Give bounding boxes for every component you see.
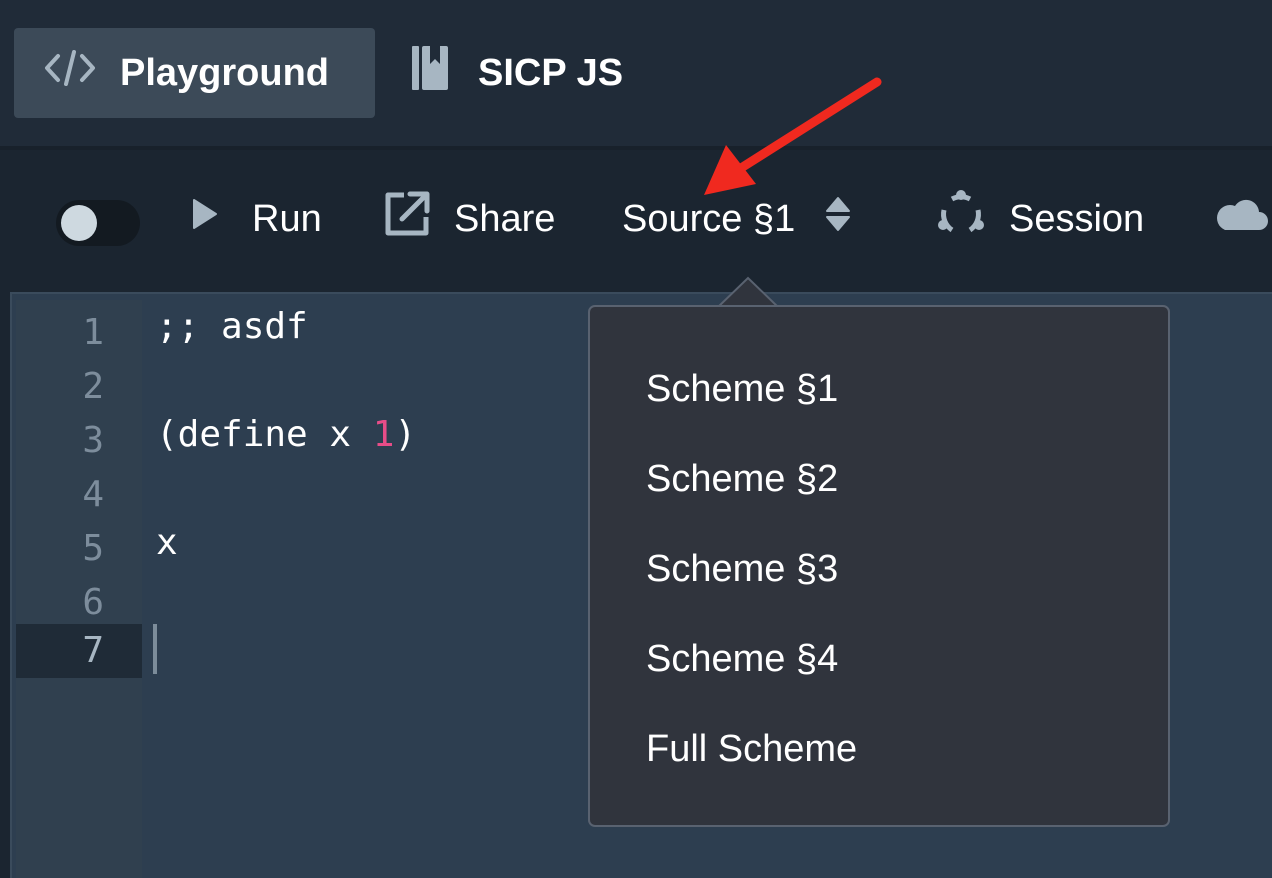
control-bar: Run Share Source §1 Session <box>0 150 1272 290</box>
line-number-gutter: 1 2 3 4 5 6 7 <box>16 300 142 878</box>
nav-tab-sicp-js[interactable]: SICP JS <box>400 28 623 118</box>
line-number: 1 <box>82 312 104 353</box>
app-window: Playground SICP JS Run Share Source §1 S… <box>0 0 1272 878</box>
autorun-toggle[interactable] <box>56 200 140 246</box>
run-button[interactable]: Run <box>190 192 322 246</box>
code-line: x <box>156 522 178 563</box>
share-button-label: Share <box>454 197 556 240</box>
line-number: 6 <box>82 582 104 623</box>
share-icon <box>382 189 432 249</box>
menu-item-full-scheme[interactable]: Full Scheme <box>646 719 857 779</box>
session-button-label: Session <box>1009 197 1145 240</box>
nav-tab-playground[interactable]: Playground <box>14 28 375 118</box>
source-select[interactable]: Source §1 <box>622 192 851 246</box>
line-number-active: 7 <box>16 624 142 678</box>
play-icon <box>190 197 218 241</box>
line-number: 2 <box>82 366 104 407</box>
nav-tab-sicp-js-label: SICP JS <box>478 51 624 94</box>
code-line: ;; asdf <box>156 306 308 347</box>
run-button-label: Run <box>252 197 322 240</box>
code-line: (define x 1) <box>156 408 416 462</box>
menu-item-scheme-1[interactable]: Scheme §1 <box>646 359 838 419</box>
menu-item-scheme-3[interactable]: Scheme §3 <box>646 539 838 599</box>
code-text: ) <box>394 414 417 455</box>
cloud-icon <box>1213 194 1269 244</box>
line-number: 5 <box>82 528 104 569</box>
line-number: 3 <box>82 420 104 461</box>
session-icon <box>937 190 985 248</box>
toggle-knob <box>61 205 97 241</box>
source-select-label: Source §1 <box>622 197 796 240</box>
menu-item-scheme-2[interactable]: Scheme §2 <box>646 449 838 509</box>
cloud-button[interactable] <box>1213 192 1269 246</box>
chevron-up-down-icon <box>825 196 851 242</box>
popover-arrow-cover <box>0 305 1 306</box>
book-icon <box>410 44 450 102</box>
line-number: 4 <box>82 474 104 515</box>
session-button[interactable]: Session <box>937 190 1145 248</box>
nav-tab-playground-label: Playground <box>120 51 330 94</box>
number-literal: 1 <box>372 414 395 455</box>
source-dropdown-menu: Scheme §1 Scheme §2 Scheme §3 Scheme §4 … <box>588 305 1170 827</box>
code-icon <box>44 48 96 98</box>
popover-arrow <box>718 276 778 308</box>
menu-item-scheme-4[interactable]: Scheme §4 <box>646 629 838 689</box>
top-navbar: Playground SICP JS <box>0 0 1272 148</box>
text-cursor <box>153 624 157 674</box>
code-text: (define x <box>156 414 373 455</box>
share-button[interactable]: Share <box>382 189 556 249</box>
annotation-arrow <box>704 77 882 195</box>
